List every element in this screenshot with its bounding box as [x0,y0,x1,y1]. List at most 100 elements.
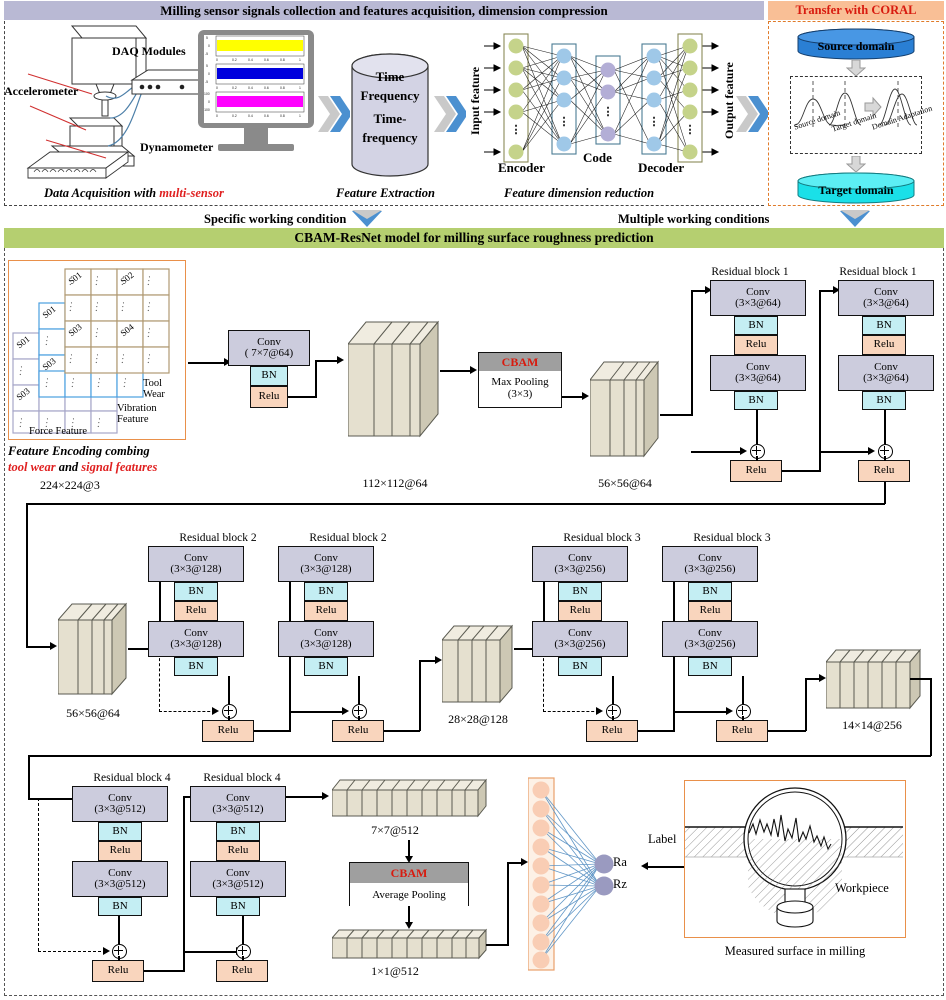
tensor-slab-56-top [590,360,660,458]
rb3a-add-to-relu [612,716,614,721]
svg-text:⋮: ⋮ [603,106,614,118]
rb1b-bn2-to-add [884,410,886,444]
rb4a-skip-dotted-h [38,951,106,952]
fully-connected-output-layer [528,777,614,971]
tensor-slab-14 [826,648,922,710]
rb1a-entry-v [691,290,693,416]
encoder-label: Encoder [498,160,545,175]
rb3a-bn1: BN [558,582,602,601]
rb2b-conv1-spec: (3×3@128) [300,563,352,575]
rb4b-conv1: Conv (3×3@512) [190,786,286,822]
rb2a-add-to-relu [228,716,230,721]
flow-arrow-down-left [352,210,382,227]
svg-text:5: 5 [206,36,208,40]
rb3b-skip-h [673,711,729,713]
source-domain-label: Source domain [817,39,895,53]
daq-modules-label: DAQ Modules [112,44,186,58]
autoencoder-network: ⋮ ⋮ ⋮ ⋮ ⋮ [484,33,720,163]
arrowhead-row2-entry [50,642,57,650]
rb1a-bn1: BN [734,316,778,335]
cbam2-body: Average Pooling [350,883,468,907]
svg-text:-5: -5 [205,80,208,84]
rb3b-conv1-spec: (3×3@256) [684,563,736,575]
output-rz-label: Rz [613,877,627,891]
encoding-caption-signal: signal features [81,460,158,474]
rb4b-bn2-to-add [242,916,244,944]
arrowhead-slab14 [819,674,826,682]
arrowhead-rb1b-skip [868,447,875,455]
rb1a-bn2: BN [734,391,778,410]
rb3a-relu-out: Relu [586,720,638,742]
arrow-cbam-to-slab56 [562,396,584,398]
acquisition-caption-text: Data Acquisition with [44,186,160,200]
rb2b-bn1: BN [304,582,348,601]
arrowhead-stem-to-slab [337,356,344,364]
code-label: Code [583,150,612,165]
arrow-slab112-to-cbam [440,370,472,372]
rb4b-conv1-spec: (3×3@512) [212,803,264,815]
rb1b-relu1: Relu [862,335,906,355]
flow-chevron-2 [434,96,466,132]
arrowhead-slab112-to-cbam [470,366,477,374]
cbam1-body: Max Pooling (3×3) [479,371,561,407]
svg-text:0: 0 [216,86,218,90]
rb3b-bn1: BN [688,582,732,601]
row2-entry-h [26,646,52,648]
rb2a-bn2: BN [174,657,218,676]
rb2b-conv1: Conv (3×3@128) [278,546,374,582]
rb2a-relu1: Relu [174,601,218,621]
rb3a-skip-dotted-h [543,711,599,712]
dim-label-1: 1×1@512 [371,964,419,978]
arrowhead-slab7 [322,792,329,800]
tool-wear-text: Tool Wear [143,378,165,400]
rb1a-relu-out: Relu [730,460,782,482]
workpiece-label: Workpiece [835,881,889,895]
rb4b-bn2: BN [216,897,260,916]
svg-text:0.8: 0.8 [280,86,285,90]
rb2a-bn2-to-add [228,676,230,704]
row1-to-row2-h [26,503,885,505]
arrowhead-label [641,862,648,870]
rb4a-bn1: BN [98,822,142,841]
stem-bn-block: BN [250,366,288,386]
svg-text:1: 1 [299,86,301,90]
rb1a-conv1: Conv (3×3@64) [710,280,806,316]
tensor-slab-28 [442,624,514,704]
residual-block-1a-label: Residual block 1 [711,266,789,278]
rb1b-add-to-relu [884,456,886,461]
output-ra-label: Ra [613,855,627,869]
rb3b-bn2-to-add [742,676,744,704]
svg-text:0.8: 0.8 [280,114,285,118]
rb2a-relu-out: Relu [202,720,254,742]
stem-conv-block: Conv ( 7×7@64) [228,330,310,366]
arrowhead-rb2b-skip [342,707,349,715]
cbam2-title: CBAM [350,863,468,883]
rb2a-bn1: BN [174,582,218,601]
stem-relu-out-h [288,396,316,398]
stem-to-slab-h [315,360,339,362]
svg-text:0.4: 0.4 [248,86,253,90]
rb4a-relu1: Relu [98,841,142,861]
rb4a-conv2: Conv (3×3@512) [72,861,168,897]
rb1b-bn2: BN [862,391,906,410]
svg-text:100: 100 [204,92,210,96]
encoding-caption-line2: tool wear and signal features [8,460,157,475]
top-section-banner: Milling sensor signals collection and fe… [4,1,764,20]
dim-label-112: 112×112@64 [362,476,428,490]
svg-text:5: 5 [206,64,208,68]
feature-extraction-text: Time Frequency Time- frequency [350,68,430,147]
rb2a-skip-dotted-h [159,711,215,712]
encoding-caption-line1: Feature Encoding combing [8,444,150,458]
svg-text:0: 0 [216,114,218,118]
rb2b-conv2: Conv (3×3@128) [278,621,374,657]
rb1b-entry-v [819,290,821,472]
rb4a-skip-dotted-v [38,798,39,951]
vibration-feature-label: Vibration Feature [117,403,157,425]
arrowhead-slab28 [435,656,442,664]
decoder-label: Decoder [638,160,685,175]
svg-text:0.6: 0.6 [264,58,269,62]
model-section-banner: CBAM-ResNet model for milling surface ro… [4,228,944,248]
rb2a-conv1: Conv (3×3@128) [148,546,244,582]
rb1b-relu-out: Relu [858,460,910,482]
svg-text:0.2: 0.2 [232,114,237,118]
